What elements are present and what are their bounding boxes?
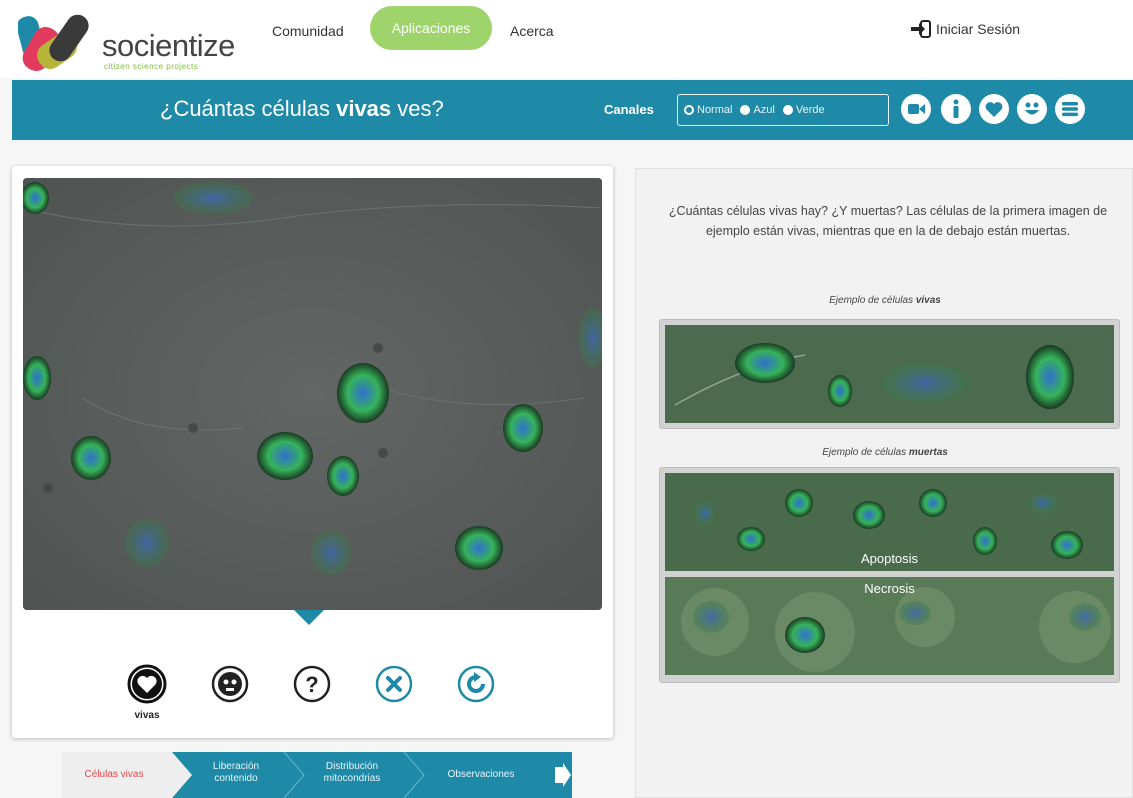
title-pre: ¿Cuántas células: [160, 96, 337, 121]
example-live-canvas: [665, 325, 1114, 423]
title-bar: ¿Cuántas células vivas ves? Canales Norm…: [12, 80, 1133, 140]
image-pointer: [294, 610, 324, 625]
question-icon[interactable]: ?: [292, 664, 332, 704]
radio-icon: [740, 105, 751, 115]
live-cells: [665, 325, 1114, 423]
step-progress: Células vivas Liberación contenido Distr…: [62, 751, 572, 798]
channel-normal-label: Normal: [697, 104, 733, 116]
smiley-icon[interactable]: [1016, 93, 1048, 125]
caption-live-pre: Ejemplo de células: [829, 295, 916, 306]
menu-icon[interactable]: [1054, 93, 1086, 125]
step-distribucion[interactable]: Distribución mitocondrias: [306, 761, 398, 785]
login-label: Iniciar Sesión: [936, 21, 1021, 37]
info-icon[interactable]: [940, 93, 972, 125]
step-celulas-vivas[interactable]: Células vivas: [64, 769, 164, 781]
help-intro: ¿Cuántas células vivas hay? ¿Y muertas? …: [668, 204, 1108, 238]
page-title: ¿Cuántas células vivas ves?: [160, 96, 444, 122]
caption-dead-bold: muertas: [908, 447, 948, 458]
nav-comunidad[interactable]: Comunidad: [272, 20, 344, 50]
brand-subtitle: citizen science projects: [104, 62, 199, 71]
help-panel: ¿Cuántas células vivas hay? ¿Y muertas? …: [635, 168, 1133, 798]
microscopy-image[interactable]: [23, 178, 602, 610]
radio-icon: [782, 105, 793, 115]
example-live-image: [659, 319, 1120, 429]
classification-panel: vivas ?: [12, 166, 613, 738]
video-icon[interactable]: [900, 93, 932, 125]
caption-live-bold: vivas: [915, 295, 941, 306]
top-nav: socientize citizen science projects Comu…: [0, 0, 1133, 78]
refresh-icon[interactable]: [456, 664, 496, 704]
radio-selected-icon: [684, 105, 694, 115]
caption-dead: Ejemplo de células muertas: [636, 447, 1133, 458]
login-link[interactable]: Iniciar Sesión: [910, 20, 1020, 38]
necrosis-label: Necrosis: [864, 581, 915, 596]
apoptosis-label: Apoptosis: [860, 551, 919, 566]
caption-dead-pre: Ejemplo de células: [822, 447, 909, 458]
caption-live: Ejemplo de células vivas: [636, 295, 1133, 306]
necrosis-canvas: Necrosis: [665, 577, 1114, 675]
nav-aplicaciones[interactable]: Aplicaciones: [370, 6, 492, 50]
logo[interactable]: socientize citizen science projects: [18, 8, 238, 76]
title-bold: vivas: [336, 96, 392, 121]
answer-label-vivas: vivas: [134, 710, 160, 721]
cell-image: [23, 178, 602, 610]
channels-label: Canales: [604, 102, 654, 117]
step-liberacion[interactable]: Liberación contenido: [194, 761, 278, 785]
page: socientize citizen science projects Comu…: [0, 0, 1133, 798]
heart-icon[interactable]: [978, 93, 1010, 125]
apoptosis-canvas: Apoptosis: [665, 473, 1114, 571]
example-dead-image: Apoptosis Necrosis: [659, 467, 1120, 683]
nav-acerca[interactable]: Acerca: [510, 20, 554, 50]
close-icon[interactable]: [374, 664, 414, 704]
title-post: ves?: [391, 96, 444, 121]
svg-text:?: ?: [305, 672, 318, 697]
step-observaciones[interactable]: Observaciones: [426, 769, 536, 781]
brand-name: socientize: [102, 28, 235, 63]
channel-azul-label: Azul: [753, 104, 775, 116]
channel-verde[interactable]: Verde: [782, 104, 825, 116]
channel-verde-label: Verde: [795, 104, 825, 116]
logo-mark-icon: [18, 14, 89, 72]
channel-normal[interactable]: Normal: [684, 104, 732, 116]
channel-selector: Normal Azul Verde: [677, 94, 889, 126]
channel-azul[interactable]: Azul: [740, 104, 775, 116]
skull-icon[interactable]: [210, 664, 250, 704]
vivas-heart-icon[interactable]: [127, 664, 167, 704]
login-icon: [911, 20, 931, 38]
